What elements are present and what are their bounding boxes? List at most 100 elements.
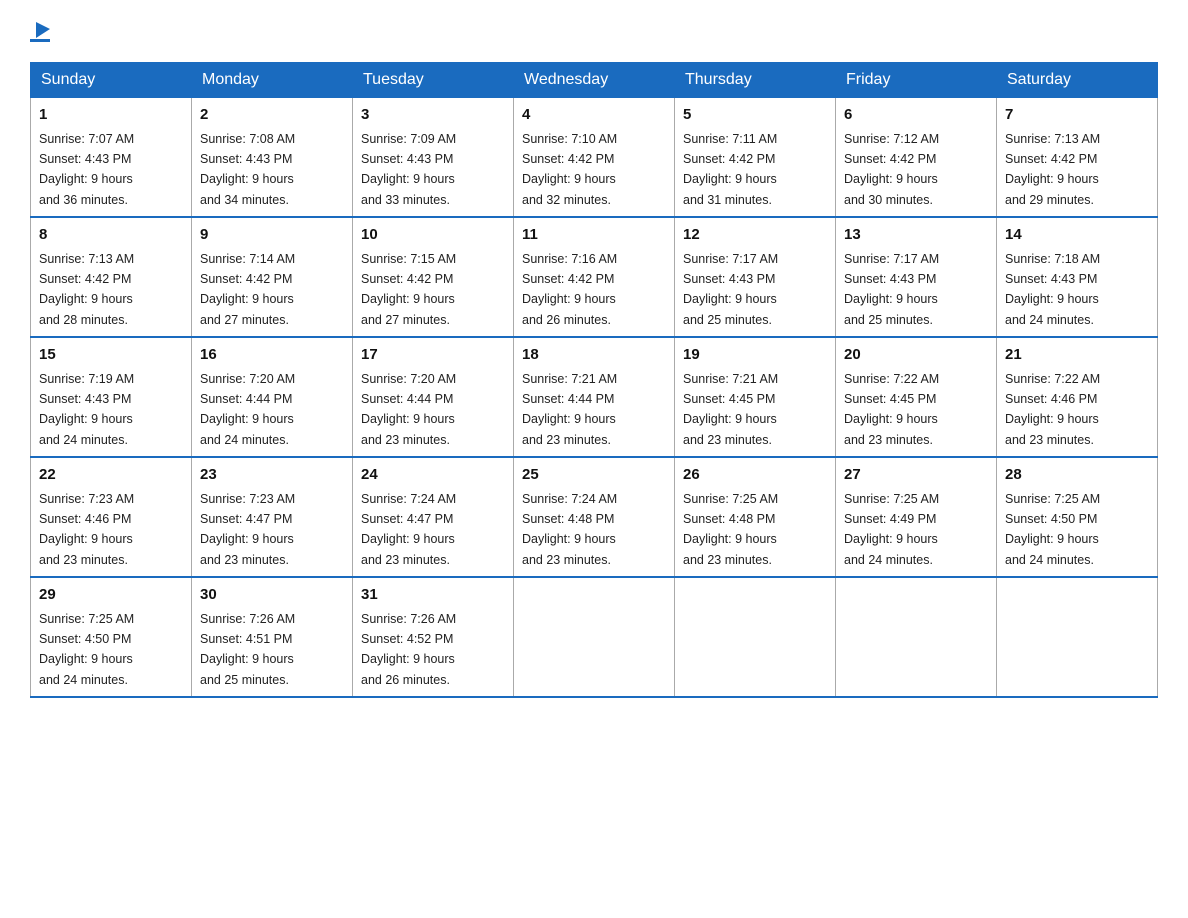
calendar-day-cell: 18 Sunrise: 7:21 AMSunset: 4:44 PMDaylig…	[514, 337, 675, 457]
day-number: 26	[683, 464, 827, 487]
calendar-day-cell	[836, 577, 997, 697]
day-number: 10	[361, 224, 505, 247]
calendar-day-cell	[675, 577, 836, 697]
day-number: 5	[683, 104, 827, 127]
col-header-wednesday: Wednesday	[514, 63, 675, 98]
calendar-week-row: 1 Sunrise: 7:07 AMSunset: 4:43 PMDayligh…	[31, 98, 1158, 218]
day-info: Sunrise: 7:22 AMSunset: 4:46 PMDaylight:…	[1005, 372, 1100, 447]
logo-underline	[30, 39, 50, 42]
day-number: 16	[200, 344, 344, 367]
day-info: Sunrise: 7:24 AMSunset: 4:47 PMDaylight:…	[361, 492, 456, 567]
day-info: Sunrise: 7:17 AMSunset: 4:43 PMDaylight:…	[683, 252, 778, 327]
calendar-day-cell: 29 Sunrise: 7:25 AMSunset: 4:50 PMDaylig…	[31, 577, 192, 697]
col-header-sunday: Sunday	[31, 63, 192, 98]
calendar-day-cell: 13 Sunrise: 7:17 AMSunset: 4:43 PMDaylig…	[836, 217, 997, 337]
day-info: Sunrise: 7:25 AMSunset: 4:49 PMDaylight:…	[844, 492, 939, 567]
day-number: 15	[39, 344, 183, 367]
day-number: 29	[39, 584, 183, 607]
calendar-day-cell: 2 Sunrise: 7:08 AMSunset: 4:43 PMDayligh…	[192, 98, 353, 218]
day-number: 1	[39, 104, 183, 127]
calendar-day-cell	[997, 577, 1158, 697]
day-number: 27	[844, 464, 988, 487]
day-info: Sunrise: 7:25 AMSunset: 4:48 PMDaylight:…	[683, 492, 778, 567]
day-info: Sunrise: 7:15 AMSunset: 4:42 PMDaylight:…	[361, 252, 456, 327]
calendar-day-cell: 5 Sunrise: 7:11 AMSunset: 4:42 PMDayligh…	[675, 98, 836, 218]
day-info: Sunrise: 7:13 AMSunset: 4:42 PMDaylight:…	[39, 252, 134, 327]
calendar-day-cell: 4 Sunrise: 7:10 AMSunset: 4:42 PMDayligh…	[514, 98, 675, 218]
calendar-day-cell: 8 Sunrise: 7:13 AMSunset: 4:42 PMDayligh…	[31, 217, 192, 337]
calendar-day-cell: 12 Sunrise: 7:17 AMSunset: 4:43 PMDaylig…	[675, 217, 836, 337]
page-header	[30, 20, 1158, 42]
calendar-day-cell: 26 Sunrise: 7:25 AMSunset: 4:48 PMDaylig…	[675, 457, 836, 577]
calendar-day-cell: 10 Sunrise: 7:15 AMSunset: 4:42 PMDaylig…	[353, 217, 514, 337]
calendar-day-cell: 30 Sunrise: 7:26 AMSunset: 4:51 PMDaylig…	[192, 577, 353, 697]
day-info: Sunrise: 7:11 AMSunset: 4:42 PMDaylight:…	[683, 132, 777, 207]
calendar-week-row: 15 Sunrise: 7:19 AMSunset: 4:43 PMDaylig…	[31, 337, 1158, 457]
calendar-week-row: 8 Sunrise: 7:13 AMSunset: 4:42 PMDayligh…	[31, 217, 1158, 337]
calendar-day-cell: 7 Sunrise: 7:13 AMSunset: 4:42 PMDayligh…	[997, 98, 1158, 218]
calendar-day-cell: 3 Sunrise: 7:09 AMSunset: 4:43 PMDayligh…	[353, 98, 514, 218]
day-number: 11	[522, 224, 666, 247]
calendar-day-cell: 11 Sunrise: 7:16 AMSunset: 4:42 PMDaylig…	[514, 217, 675, 337]
day-number: 25	[522, 464, 666, 487]
calendar-day-cell: 6 Sunrise: 7:12 AMSunset: 4:42 PMDayligh…	[836, 98, 997, 218]
day-number: 13	[844, 224, 988, 247]
day-info: Sunrise: 7:26 AMSunset: 4:51 PMDaylight:…	[200, 612, 295, 687]
day-number: 12	[683, 224, 827, 247]
day-number: 17	[361, 344, 505, 367]
calendar-day-cell: 22 Sunrise: 7:23 AMSunset: 4:46 PMDaylig…	[31, 457, 192, 577]
col-header-friday: Friday	[836, 63, 997, 98]
calendar-day-cell: 20 Sunrise: 7:22 AMSunset: 4:45 PMDaylig…	[836, 337, 997, 457]
calendar-day-cell: 28 Sunrise: 7:25 AMSunset: 4:50 PMDaylig…	[997, 457, 1158, 577]
calendar-day-cell: 23 Sunrise: 7:23 AMSunset: 4:47 PMDaylig…	[192, 457, 353, 577]
calendar-day-cell: 24 Sunrise: 7:24 AMSunset: 4:47 PMDaylig…	[353, 457, 514, 577]
day-number: 2	[200, 104, 344, 127]
day-info: Sunrise: 7:21 AMSunset: 4:45 PMDaylight:…	[683, 372, 778, 447]
day-info: Sunrise: 7:09 AMSunset: 4:43 PMDaylight:…	[361, 132, 456, 207]
day-number: 9	[200, 224, 344, 247]
col-header-tuesday: Tuesday	[353, 63, 514, 98]
day-number: 22	[39, 464, 183, 487]
day-info: Sunrise: 7:22 AMSunset: 4:45 PMDaylight:…	[844, 372, 939, 447]
day-info: Sunrise: 7:12 AMSunset: 4:42 PMDaylight:…	[844, 132, 939, 207]
calendar-day-cell: 27 Sunrise: 7:25 AMSunset: 4:49 PMDaylig…	[836, 457, 997, 577]
calendar-day-cell	[514, 577, 675, 697]
day-info: Sunrise: 7:10 AMSunset: 4:42 PMDaylight:…	[522, 132, 617, 207]
day-number: 20	[844, 344, 988, 367]
calendar-day-cell: 14 Sunrise: 7:18 AMSunset: 4:43 PMDaylig…	[997, 217, 1158, 337]
calendar-day-cell: 16 Sunrise: 7:20 AMSunset: 4:44 PMDaylig…	[192, 337, 353, 457]
day-info: Sunrise: 7:14 AMSunset: 4:42 PMDaylight:…	[200, 252, 295, 327]
day-number: 30	[200, 584, 344, 607]
calendar-day-cell: 17 Sunrise: 7:20 AMSunset: 4:44 PMDaylig…	[353, 337, 514, 457]
calendar-day-cell: 19 Sunrise: 7:21 AMSunset: 4:45 PMDaylig…	[675, 337, 836, 457]
day-number: 31	[361, 584, 505, 607]
col-header-saturday: Saturday	[997, 63, 1158, 98]
day-info: Sunrise: 7:25 AMSunset: 4:50 PMDaylight:…	[1005, 492, 1100, 567]
calendar-week-row: 29 Sunrise: 7:25 AMSunset: 4:50 PMDaylig…	[31, 577, 1158, 697]
day-number: 3	[361, 104, 505, 127]
day-info: Sunrise: 7:13 AMSunset: 4:42 PMDaylight:…	[1005, 132, 1100, 207]
day-number: 19	[683, 344, 827, 367]
calendar-day-cell: 25 Sunrise: 7:24 AMSunset: 4:48 PMDaylig…	[514, 457, 675, 577]
day-info: Sunrise: 7:24 AMSunset: 4:48 PMDaylight:…	[522, 492, 617, 567]
calendar-day-cell: 15 Sunrise: 7:19 AMSunset: 4:43 PMDaylig…	[31, 337, 192, 457]
day-info: Sunrise: 7:21 AMSunset: 4:44 PMDaylight:…	[522, 372, 617, 447]
day-info: Sunrise: 7:25 AMSunset: 4:50 PMDaylight:…	[39, 612, 134, 687]
calendar-header-row: SundayMondayTuesdayWednesdayThursdayFrid…	[31, 63, 1158, 98]
day-info: Sunrise: 7:23 AMSunset: 4:46 PMDaylight:…	[39, 492, 134, 567]
day-number: 24	[361, 464, 505, 487]
day-number: 7	[1005, 104, 1149, 127]
day-number: 18	[522, 344, 666, 367]
day-info: Sunrise: 7:17 AMSunset: 4:43 PMDaylight:…	[844, 252, 939, 327]
day-info: Sunrise: 7:08 AMSunset: 4:43 PMDaylight:…	[200, 132, 295, 207]
day-number: 21	[1005, 344, 1149, 367]
day-number: 8	[39, 224, 183, 247]
logo	[30, 20, 50, 42]
col-header-thursday: Thursday	[675, 63, 836, 98]
day-info: Sunrise: 7:16 AMSunset: 4:42 PMDaylight:…	[522, 252, 617, 327]
day-info: Sunrise: 7:20 AMSunset: 4:44 PMDaylight:…	[361, 372, 456, 447]
logo-triangle-icon	[32, 20, 50, 38]
day-number: 4	[522, 104, 666, 127]
day-number: 6	[844, 104, 988, 127]
day-info: Sunrise: 7:26 AMSunset: 4:52 PMDaylight:…	[361, 612, 456, 687]
